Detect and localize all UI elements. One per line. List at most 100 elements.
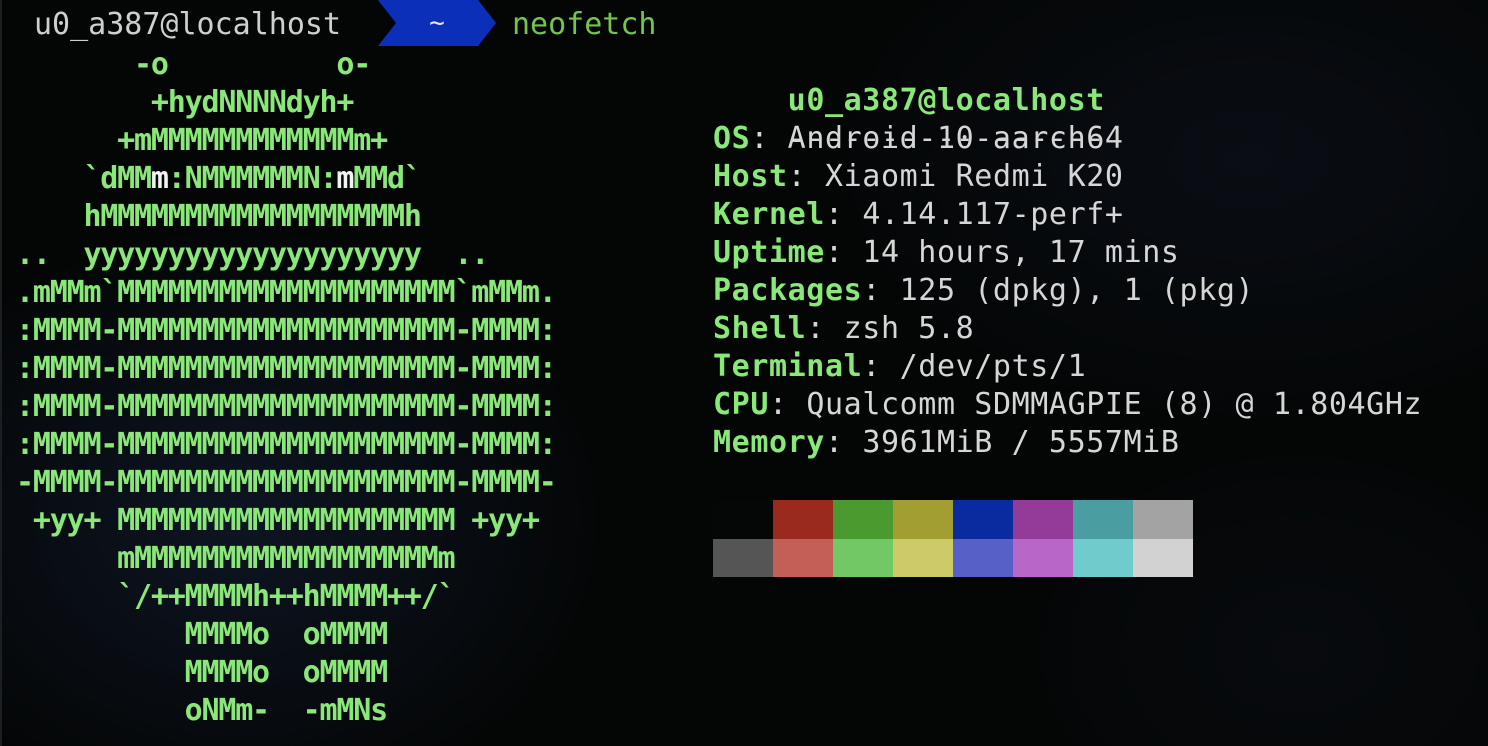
- logo-line: `/++MMMMh++hMMMM++/`: [16, 578, 556, 616]
- info-value: /dev/pts/1: [899, 349, 1087, 384]
- color-swatch-bright-4: [953, 538, 1013, 577]
- color-swatch-bright-7: [1133, 538, 1193, 577]
- color-swatch-normal-6: [1073, 500, 1133, 539]
- logo-segment: .. yyyyyyyyyyyyyyyyyyyy ..: [16, 237, 489, 272]
- logo-segment: MMMMo oMMMM: [16, 655, 389, 690]
- prompt-command: neofetch: [512, 7, 657, 42]
- info-row-host: Host: Xiaomi Redmi K20: [713, 158, 1422, 196]
- info-row-shell: Shell: zsh 5.8: [713, 310, 1422, 348]
- logo-segment: -MMMM-MMMMMMMMMMMMMMMMMMMM-MMMM-: [16, 465, 557, 500]
- color-swatch-normal-0: [713, 500, 773, 539]
- logo-line: :MMMM-MMMMMMMMMMMMMMMMMMMM-MMMM:: [16, 312, 557, 350]
- info-row-packages: Packages: 125 (dpkg), 1 (pkg): [713, 272, 1422, 310]
- prompt-directory: ~: [429, 8, 445, 38]
- info-key: OS: [713, 121, 751, 156]
- info-value: 3961MiB / 5557MiB: [862, 425, 1180, 460]
- info-row-cpu: CPU: Qualcomm SDMMAGPIE (8) @ 1.804GHz: [713, 386, 1422, 424]
- info-row-memory: Memory: 3961MiB / 5557MiB: [713, 424, 1422, 462]
- logo-line: +yy+ MMMMMMMMMMMMMMMMMMMM +yy+: [16, 502, 556, 540]
- color-swatch-normal-7: [1133, 500, 1193, 539]
- info-key: Terminal: [713, 349, 863, 384]
- color-palette: [713, 500, 1193, 577]
- info-row-terminal: Terminal: /dev/pts/1: [713, 348, 1422, 386]
- info-colon: :: [769, 387, 807, 422]
- logo-line: :MMMM-MMMMMMMMMMMMMMMMMMMM-MMMM:: [16, 388, 557, 426]
- info-colon: :: [824, 235, 863, 270]
- info-colon: :: [750, 121, 788, 156]
- logo-line: oNMm- -mMNs: [16, 692, 556, 730]
- info-key: Shell: [713, 311, 807, 346]
- info-value: Qualcomm SDMMAGPIE (8) @ 1.804GHz: [806, 387, 1423, 422]
- android-ascii-logo: -o o- +hydNNNNdyh+ +mMMMMMMMMMMMMm+ `dMM…: [16, 46, 557, 730]
- color-swatch-bright-2: [833, 538, 893, 577]
- info-colon: :: [862, 349, 900, 384]
- logo-line: :MMMM-MMMMMMMMMMMMMMMMMMMM-MMMM:: [16, 426, 557, 464]
- color-swatch-bright-5: [1013, 538, 1073, 577]
- logo-segment: MMd`: [353, 161, 422, 196]
- logo-segment: `dMM: [16, 161, 152, 196]
- info-key: Memory: [713, 425, 825, 460]
- logo-line: -MMMM-MMMMMMMMMMMMMMMMMMMM-MMMM-: [16, 464, 557, 502]
- logo-eye: m: [336, 161, 354, 196]
- logo-line: :MMMM-MMMMMMMMMMMMMMMMMMMM-MMMM:: [16, 350, 557, 388]
- color-swatch-bright-1: [773, 538, 833, 577]
- logo-line: +mMMMMMMMMMMMMm+: [16, 122, 556, 160]
- info-value: 14 hours, 17 mins: [862, 235, 1180, 270]
- shell-prompt: u0_a387@localhost ~ neofetch: [0, 0, 700, 46]
- info-title-row: u0_a387@localhost: [713, 44, 1422, 118]
- info-key: Host: [713, 159, 788, 194]
- logo-segment: :NMMMMMMN:: [167, 161, 338, 196]
- color-swatch-normal-3: [893, 500, 953, 539]
- info-title: u0_a387@localhost: [787, 83, 1105, 118]
- logo-line: hMMMMMMMMMMMMMMMMMMh: [16, 198, 556, 236]
- logo-segment: :MMMM-MMMMMMMMMMMMMMMMMMMM-MMMM:: [16, 313, 557, 348]
- logo-line: MMMMo oMMMM: [16, 616, 556, 654]
- logo-eye: m: [150, 161, 169, 196]
- logo-segment: `/++MMMMh++hMMMM++/`: [16, 579, 455, 614]
- color-swatch-normal-2: [833, 500, 893, 539]
- logo-segment: :MMMM-MMMMMMMMMMMMMMMMMMMM-MMMM:: [16, 351, 557, 386]
- info-colon: :: [787, 159, 825, 194]
- window-edge: [0, 0, 2, 746]
- color-swatch-normal-4: [953, 500, 1013, 539]
- logo-segment: MMMMo oMMMM: [16, 617, 389, 652]
- info-rows: OS: Android 10 aarch64 Host: Xiaomi Redmi…: [713, 120, 1422, 462]
- logo-line: .mMMm`MMMMMMMMMMMMMMMMMMMM`mMMm.: [16, 274, 557, 312]
- logo-line: +hydNNNNdyh+: [16, 84, 556, 122]
- logo-line: MMMMo oMMMM: [16, 654, 556, 692]
- info-colon: :: [824, 425, 863, 460]
- info-value: 125 (dpkg), 1 (pkg): [899, 273, 1255, 308]
- info-value: Xiaomi Redmi K20: [824, 159, 1124, 194]
- logo-segment: hMMMMMMMMMMMMMMMMMMh: [16, 199, 421, 234]
- logo-segment: :MMMM-MMMMMMMMMMMMMMMMMMMM-MMMM:: [16, 427, 557, 462]
- info-value: Android 10 aarch64: [787, 121, 1124, 156]
- info-key: Uptime: [713, 235, 825, 270]
- info-value: zsh 5.8: [843, 311, 975, 346]
- info-colon: :: [806, 311, 844, 346]
- prompt-user-host: u0_a387@localhost: [34, 7, 342, 42]
- color-swatch-normal-5: [1013, 500, 1073, 539]
- info-colon: :: [824, 197, 863, 232]
- logo-line: .. yyyyyyyyyyyyyyyyyyyy ..: [16, 236, 556, 274]
- logo-segment: +hydNNNNdyh+: [16, 85, 355, 120]
- logo-segment: mMMMMMMMMMMMMMMMMMMm: [16, 541, 455, 576]
- info-key: CPU: [713, 387, 769, 422]
- color-swatch-normal-1: [773, 500, 833, 539]
- system-info: u0_a387@localhost ----------------- OS: …: [713, 44, 1422, 462]
- info-row-uptime: Uptime: 14 hours, 17 mins: [713, 234, 1422, 272]
- logo-segment: oNMm- -mMNs: [16, 693, 389, 728]
- color-swatch-bright-3: [893, 538, 953, 577]
- logo-segment: -o o-: [16, 47, 371, 82]
- info-row-kernel: Kernel: 4.14.117-perf+: [713, 196, 1422, 234]
- color-swatch-bright-6: [1073, 538, 1133, 577]
- info-key: Kernel: [713, 197, 825, 232]
- logo-line: -o o-: [16, 46, 556, 84]
- palette-normal-row: [713, 500, 1193, 539]
- logo-line: `dMMm:NMMMMMMN:mMMd`: [16, 160, 556, 198]
- prompt-directory-segment: ~: [378, 0, 496, 46]
- logo-segment: :MMMM-MMMMMMMMMMMMMMMMMMMM-MMMM:: [16, 389, 557, 424]
- info-value: 4.14.117-perf+: [862, 197, 1124, 232]
- logo-segment: +mMMMMMMMMMMMMm+: [16, 123, 388, 158]
- info-colon: :: [862, 273, 900, 308]
- info-row-os: OS: Android 10 aarch64: [713, 120, 1422, 158]
